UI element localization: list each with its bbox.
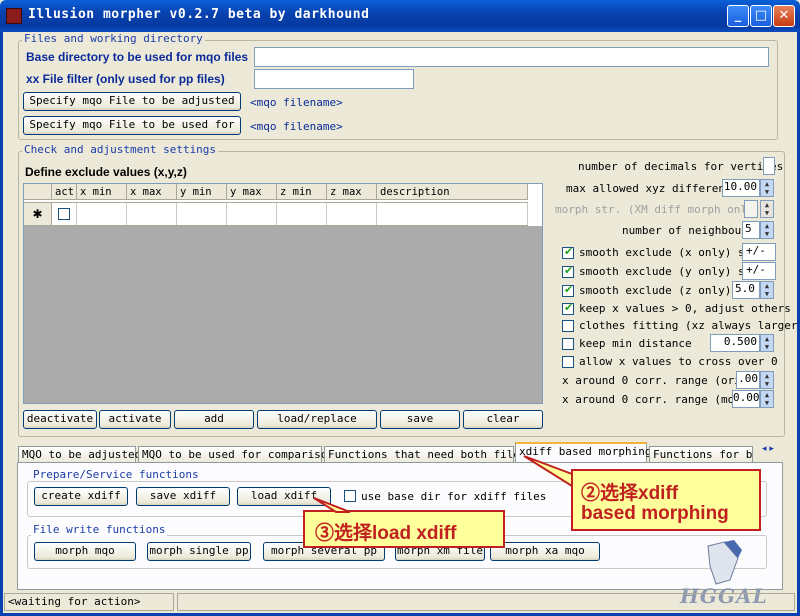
window-title: Illusion morpher v0.2.7 beta by darkhoun… bbox=[28, 7, 370, 22]
col-y-max[interactable]: y max bbox=[227, 184, 277, 200]
tab-mqo-comparison[interactable]: MQO to be used for comparison bbox=[138, 446, 334, 463]
allow-x-cross-label: allow x values to cross over 0 bbox=[579, 355, 778, 368]
files-group-legend: Files and working directory bbox=[22, 32, 205, 45]
x-around-morph-spinner[interactable]: ▲ ▼ bbox=[760, 390, 774, 408]
keep-x-label: keep x values > 0, adjust others bbox=[579, 302, 791, 315]
base-dir-input[interactable] bbox=[254, 47, 769, 67]
check-group-legend: Check and adjustment settings bbox=[22, 143, 219, 156]
morph-str-label: morph str. (XM diff morph only) bbox=[555, 203, 761, 216]
cell-y-max[interactable] bbox=[227, 203, 277, 225]
smooth-y-input[interactable]: +/- bbox=[742, 262, 776, 280]
col-x-max[interactable]: x max bbox=[127, 184, 177, 200]
max-xyz-label: max allowed xyz difference bbox=[566, 182, 739, 195]
clothes-fitting-label: clothes fitting (xz always larger) bbox=[579, 319, 800, 332]
exclude-values-title: Define exclude values (x,y,z) bbox=[25, 165, 187, 179]
keep-min-input[interactable]: 0.500 bbox=[710, 334, 760, 352]
tab-scroll-arrows[interactable]: ◂ ▸ bbox=[754, 444, 782, 458]
morph-str-input[interactable] bbox=[744, 200, 758, 218]
neighbours-input[interactable]: 5 bbox=[742, 221, 760, 239]
col-z-max[interactable]: z max bbox=[327, 184, 377, 200]
x-around-morph-input[interactable]: 0.00 bbox=[732, 390, 760, 408]
allow-x-cross-checkbox[interactable] bbox=[562, 356, 574, 368]
x-around-orig-spinner[interactable]: ▲ ▼ bbox=[760, 371, 774, 389]
grid-empty-area bbox=[24, 226, 542, 403]
maximize-button[interactable]: □ bbox=[750, 5, 772, 27]
xx-filter-label: xx File filter (only used for pp files) bbox=[26, 72, 225, 86]
xx-filter-input[interactable] bbox=[254, 69, 414, 89]
cell-x-max[interactable] bbox=[127, 203, 177, 225]
row-active-checkbox[interactable] bbox=[58, 208, 70, 220]
col-z-min[interactable]: z min bbox=[277, 184, 327, 200]
x-around-morph-label: x around 0 corr. range (morp bbox=[562, 393, 748, 406]
cell-y-min[interactable] bbox=[177, 203, 227, 225]
morph-str-spinner[interactable]: ▲ ▼ bbox=[760, 200, 774, 218]
x-around-orig-input[interactable]: .00 bbox=[736, 371, 760, 389]
mqo-filename-adjusted: <mqo filename> bbox=[250, 96, 343, 109]
add-button[interactable]: add bbox=[174, 410, 254, 429]
clothes-fitting-checkbox[interactable] bbox=[562, 320, 574, 332]
keep-min-checkbox[interactable] bbox=[562, 338, 574, 350]
minimize-button[interactable]: _ bbox=[727, 5, 749, 27]
cell-x-min[interactable] bbox=[77, 203, 127, 225]
prepare-group-legend: Prepare/Service functions bbox=[31, 468, 201, 481]
smooth-x-checkbox[interactable] bbox=[562, 245, 574, 259]
decimals-label: number of decimals for vertices bbox=[578, 160, 784, 173]
callout-step2-pointer bbox=[523, 455, 573, 488]
callout-step3-pointer bbox=[313, 497, 351, 513]
cell-description[interactable] bbox=[377, 203, 528, 225]
morph-single-pp-button[interactable]: morph single pp bbox=[147, 542, 251, 561]
close-button[interactable]: ✕ bbox=[773, 5, 795, 27]
smooth-x-label: smooth exclude (x only) set bbox=[579, 246, 758, 259]
smooth-z-input[interactable]: 5.0 bbox=[732, 281, 760, 299]
col-description[interactable]: description bbox=[377, 184, 528, 200]
mqo-filename-used: <mqo filename> bbox=[250, 120, 343, 133]
deactivate-button[interactable]: deactivate bbox=[23, 410, 97, 429]
x-around-orig-label: x around 0 corr. range (orig) bbox=[562, 374, 755, 387]
create-xdiff-button[interactable]: create xdiff bbox=[34, 487, 128, 506]
callout-step2-line2: based morphing bbox=[581, 503, 729, 524]
smooth-z-checkbox[interactable] bbox=[562, 283, 574, 297]
window-frame-left bbox=[0, 32, 3, 616]
col-act[interactable]: act bbox=[52, 184, 77, 200]
tab-functions-bo[interactable]: Functions for bo bbox=[649, 446, 753, 463]
specify-adjusted-button[interactable]: Specify mqo File to be adjusted bbox=[23, 92, 241, 111]
smooth-z-label: smooth exclude (z only) s bbox=[579, 284, 745, 297]
tab-mqo-adjusted[interactable]: MQO to be adjusted bbox=[18, 446, 141, 463]
use-base-dir-label: use base dir for xdiff files bbox=[361, 490, 547, 503]
smooth-y-label: smooth exclude (y only) set bbox=[579, 265, 758, 278]
cell-z-max[interactable] bbox=[327, 203, 377, 225]
load-replace-button[interactable]: load/replace bbox=[257, 410, 377, 429]
save-xdiff-button[interactable]: save xdiff bbox=[136, 487, 230, 506]
smooth-x-input[interactable]: +/- bbox=[742, 243, 776, 261]
neighbours-spinner[interactable]: ▲ ▼ bbox=[760, 221, 774, 239]
status-panel-right bbox=[177, 593, 795, 611]
base-dir-label: Base directory to be used for mqo files bbox=[26, 50, 249, 64]
neighbours-label: number of neighbours bbox=[622, 224, 755, 237]
activate-button[interactable]: activate bbox=[99, 410, 171, 429]
keep-min-spinner[interactable]: ▲ ▼ bbox=[760, 334, 774, 352]
smooth-y-checkbox[interactable] bbox=[562, 264, 574, 278]
app-icon bbox=[6, 8, 22, 24]
filewrite-group-legend: File write functions bbox=[31, 523, 168, 536]
callout-step2-line1: ②选择xdiff bbox=[581, 483, 679, 504]
max-xyz-input[interactable]: 10.00 bbox=[722, 179, 760, 197]
callout-step3-text: ③选择load xdiff bbox=[315, 523, 457, 544]
smooth-z-spinner[interactable]: ▲ ▼ bbox=[760, 281, 774, 299]
grid-corner-cell bbox=[24, 184, 52, 200]
morph-xa-mqo-button[interactable]: morph xa mqo bbox=[490, 542, 600, 561]
tab-functions-both[interactable]: Functions that need both files bbox=[324, 446, 527, 463]
keep-x-checkbox[interactable] bbox=[562, 301, 574, 315]
save-button[interactable]: save bbox=[380, 410, 460, 429]
status-text: <waiting for action> bbox=[4, 593, 174, 611]
new-row-marker: ✱ bbox=[24, 203, 52, 225]
col-x-min[interactable]: x min bbox=[77, 184, 127, 200]
specify-used-button[interactable]: Specify mqo File to be used for bbox=[23, 116, 241, 135]
morph-mqo-button[interactable]: morph mqo bbox=[34, 542, 136, 561]
clear-button[interactable]: clear bbox=[463, 410, 543, 429]
keep-min-label: keep min distance bbox=[579, 337, 692, 350]
decimals-input[interactable] bbox=[763, 157, 775, 175]
max-xyz-spinner[interactable]: ▲ ▼ bbox=[760, 179, 774, 197]
cell-z-min[interactable] bbox=[277, 203, 327, 225]
col-y-min[interactable]: y min bbox=[177, 184, 227, 200]
